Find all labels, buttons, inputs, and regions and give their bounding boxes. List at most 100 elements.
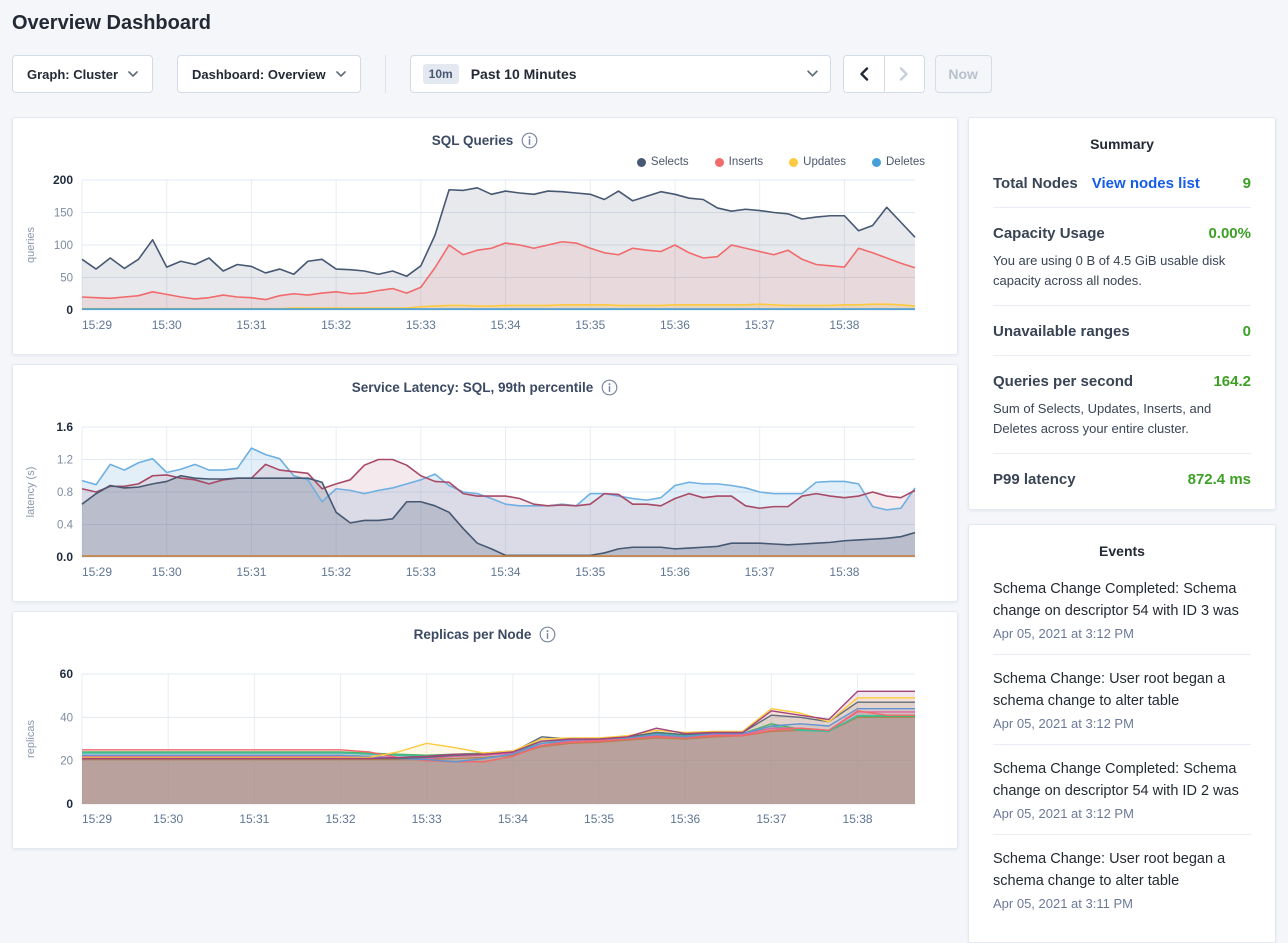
x-tick-label: 15:35 (575, 565, 605, 579)
summary-row-total-nodes: Total Nodes View nodes list 9 (993, 158, 1251, 208)
info-icon[interactable] (539, 626, 556, 643)
dashboard-dropdown[interactable]: Dashboard: Overview (177, 55, 361, 93)
x-tick-label: 15:31 (236, 565, 266, 579)
legend-dot (789, 158, 798, 167)
x-tick-label: 15:30 (152, 565, 182, 579)
summary-row-qps: Queries per second 164.2 Sum of Selects,… (993, 356, 1251, 454)
y-tick-label: 150 (54, 208, 73, 220)
y-tick-label: 40 (60, 712, 73, 724)
y-tick-label: 20 (60, 756, 73, 768)
summary-row-unavailable: Unavailable ranges 0 (993, 306, 1251, 356)
x-tick-label: 15:37 (756, 812, 786, 826)
legend-dot (872, 158, 881, 167)
y-tick-label: 1.6 (56, 420, 73, 434)
x-tick-label: 15:32 (326, 812, 356, 826)
x-tick-label: 15:34 (491, 565, 521, 579)
event-item: Schema Change Completed: Schema change o… (993, 565, 1251, 655)
x-tick-label: 15:37 (745, 318, 775, 332)
x-tick-label: 15:30 (153, 812, 183, 826)
x-tick-label: 15:32 (321, 318, 351, 332)
toolbar: Graph: Cluster Dashboard: Overview 10m P… (12, 55, 1276, 93)
graph-dropdown[interactable]: Graph: Cluster (12, 55, 153, 93)
legend-label: Updates (803, 156, 846, 168)
events-card: Events Schema Change Completed: Schema c… (968, 524, 1276, 943)
sql-queries-chart-card: SQL Queries SelectsInsertsUpdatesDeletes… (12, 117, 958, 355)
y-tick-label: 50 (60, 273, 73, 285)
time-nav-group (843, 55, 925, 93)
y-axis-label: latency (s) (25, 467, 37, 518)
graph-dropdown-label: Graph: Cluster (27, 67, 118, 82)
chart-title-row: Replicas per Node (13, 622, 957, 646)
x-tick-label: 15:36 (660, 565, 690, 579)
legend-label: Selects (651, 156, 689, 168)
event-timestamp: Apr 05, 2021 at 3:12 PM (993, 806, 1251, 821)
main-content: SQL Queries SelectsInsertsUpdatesDeletes… (12, 117, 1276, 943)
x-tick-label: 15:37 (745, 565, 775, 579)
event-item: Schema Change: User root began a schema … (993, 835, 1251, 924)
legend-dot (715, 158, 724, 167)
chevron-down-icon (128, 71, 138, 78)
x-tick-label: 15:32 (321, 565, 351, 579)
x-tick-label: 15:34 (498, 812, 528, 826)
y-tick-label: 200 (53, 173, 73, 187)
events-title: Events (993, 543, 1251, 559)
time-prev-button[interactable] (844, 56, 884, 92)
chart-title: SQL Queries (432, 133, 514, 148)
chart-legend: SelectsInsertsUpdatesDeletes (13, 152, 957, 172)
p99-latency-label: P99 latency (993, 471, 1076, 488)
view-nodes-list-link[interactable]: View nodes list (1092, 175, 1200, 192)
service-latency-chart-card: Service Latency: SQL, 99th percentile 15… (12, 364, 958, 602)
replicas-per-node-chart[interactable]: 15:29 15:30 15:31 15:32 15:33 15:34 15:35 15:36… (18, 666, 952, 838)
x-tick-label: 15:38 (829, 565, 859, 579)
node-purple-area (82, 691, 915, 804)
y-tick-label: 0.8 (57, 487, 73, 499)
x-tick-label: 15:36 (670, 812, 700, 826)
now-button[interactable]: Now (935, 55, 992, 93)
dashboard-dropdown-label: Dashboard: Overview (192, 67, 326, 82)
unavailable-ranges-value: 0 (1243, 323, 1251, 340)
info-icon[interactable] (521, 132, 538, 149)
legend-dot (637, 158, 646, 167)
y-tick-label: 0.4 (57, 520, 74, 532)
time-range-picker[interactable]: 10m Past 10 Minutes (410, 55, 831, 93)
y-axis-label: replicas (25, 720, 37, 758)
info-icon[interactable] (601, 379, 618, 396)
x-tick-label: 15:29 (82, 565, 112, 579)
legend-item-selects: Selects (637, 156, 689, 168)
x-tick-label: 15:36 (660, 318, 690, 332)
replicas-per-node-chart-card: Replicas per Node 15:2915:3015:3115:3215… (12, 611, 958, 849)
x-tick-label: 15:33 (412, 812, 442, 826)
y-axis-label: queries (25, 226, 37, 263)
qps-value: 164.2 (1213, 373, 1251, 390)
legend-label: Deletes (886, 156, 925, 168)
x-tick-label: 15:33 (406, 318, 436, 332)
qps-label: Queries per second (993, 373, 1133, 390)
x-tick-label: 15:35 (575, 318, 605, 332)
event-timestamp: Apr 05, 2021 at 3:12 PM (993, 716, 1251, 731)
x-tick-label: 15:34 (491, 318, 521, 332)
chevron-down-icon (336, 71, 346, 78)
x-tick-label: 15:33 (406, 565, 436, 579)
x-tick-label: 15:29 (82, 812, 112, 826)
x-tick-label: 15:35 (584, 812, 614, 826)
charts-column: SQL Queries SelectsInsertsUpdatesDeletes… (12, 117, 958, 849)
capacity-label: Capacity Usage (993, 225, 1105, 242)
summary-row-capacity: Capacity Usage 0.00% You are using 0 B o… (993, 208, 1251, 306)
chevron-down-icon (807, 70, 818, 78)
event-item: Schema Change: User root began a schema … (993, 655, 1251, 745)
summary-row-p99: P99 latency 872.4 ms (993, 454, 1251, 503)
qps-desc: Sum of Selects, Updates, Inserts, and De… (993, 399, 1251, 438)
chart-title-row: SQL Queries (13, 128, 957, 152)
event-item: Schema Change Completed: Schema change o… (993, 745, 1251, 835)
chart-title: Service Latency: SQL, 99th percentile (352, 380, 594, 395)
event-message: Schema Change: User root began a schema … (993, 848, 1251, 893)
sql-queries-chart[interactable]: 15:2915:3015:3115:3215:3315:3415:3515:36… (18, 172, 952, 344)
y-tick-label: 60 (60, 667, 74, 681)
chevron-left-icon (859, 67, 869, 81)
y-tick-label: 1.2 (57, 455, 73, 467)
x-tick-label: 15:31 (239, 812, 269, 826)
service-latency-chart[interactable]: 15:29 15:30 15:31 15:32 15:33 15:34 15:35 15:36… (18, 419, 952, 591)
x-tick-label: 15:38 (843, 812, 873, 826)
time-next-button[interactable] (884, 56, 924, 92)
x-tick-label: 15:29 (82, 318, 112, 332)
